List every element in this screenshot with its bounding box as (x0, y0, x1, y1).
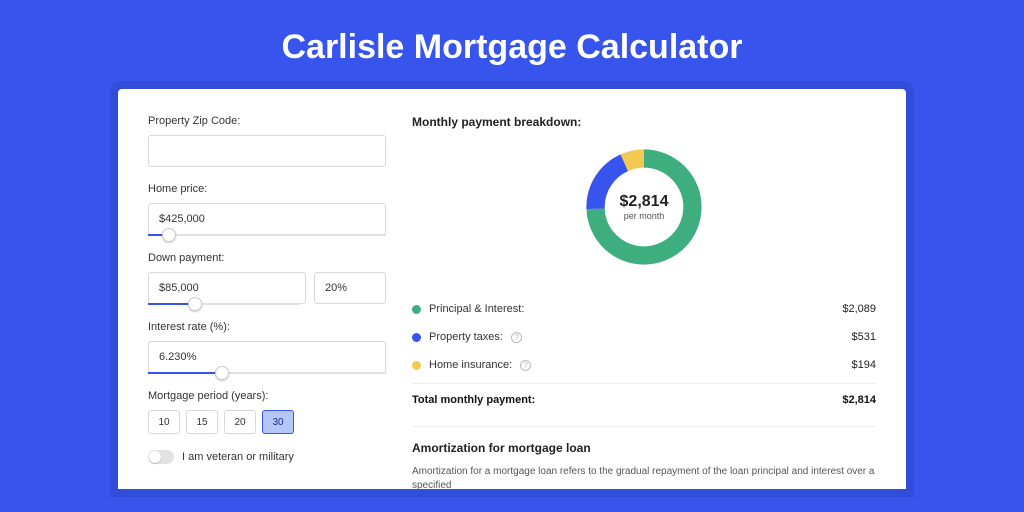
breakdown-panel: Monthly payment breakdown: $2,814 per mo… (412, 115, 876, 489)
legend-row-principal: Principal & Interest: $2,089 (412, 295, 876, 323)
info-icon[interactable]: ? (511, 332, 522, 343)
period-option-10[interactable]: 10 (148, 410, 180, 434)
down-payment-label: Down payment: (148, 252, 386, 264)
period-group: Mortgage period (years): 10 15 20 30 (148, 390, 386, 434)
home-price-input[interactable] (148, 203, 386, 235)
home-price-group: Home price: (148, 183, 386, 236)
calculator-card: Property Zip Code: Home price: Down paym… (118, 89, 906, 489)
donut-center-amount: $2,814 (620, 193, 669, 211)
dot-icon (412, 305, 421, 314)
total-row: Total monthly payment: $2,814 (412, 383, 876, 416)
breakdown-title: Monthly payment breakdown: (412, 115, 876, 129)
legend-row-taxes: Property taxes: ? $531 (412, 323, 876, 351)
period-pills: 10 15 20 30 (148, 410, 386, 434)
zip-input[interactable] (148, 135, 386, 167)
veteran-toggle[interactable] (148, 450, 174, 464)
period-option-15[interactable]: 15 (186, 410, 218, 434)
zip-label: Property Zip Code: (148, 115, 386, 127)
home-price-label: Home price: (148, 183, 386, 195)
legend-value: $194 (852, 359, 876, 371)
dot-icon (412, 333, 421, 342)
home-price-slider[interactable] (148, 234, 386, 236)
legend-label: Principal & Interest: (429, 303, 524, 315)
legend-row-insurance: Home insurance: ? $194 (412, 351, 876, 379)
donut-center-suffix: per month (624, 211, 665, 221)
down-payment-slider[interactable] (148, 303, 300, 305)
down-payment-group: Down payment: (148, 252, 386, 305)
down-payment-pct-input[interactable] (314, 272, 386, 304)
interest-label: Interest rate (%): (148, 321, 386, 333)
amortization-title: Amortization for mortgage loan (412, 441, 876, 455)
total-label: Total monthly payment: (412, 394, 535, 406)
legend-label: Property taxes: (429, 331, 503, 343)
veteran-label: I am veteran or military (182, 451, 294, 463)
info-icon[interactable]: ? (520, 360, 531, 371)
interest-slider[interactable] (148, 372, 386, 374)
legend-value: $2,089 (842, 303, 876, 315)
inputs-panel: Property Zip Code: Home price: Down paym… (148, 115, 386, 489)
zip-group: Property Zip Code: (148, 115, 386, 167)
breakdown-donut-chart: $2,814 per month (580, 143, 708, 271)
legend-label: Home insurance: (429, 359, 512, 371)
page-title: Carlisle Mortgage Calculator (0, 0, 1024, 89)
amortization-section: Amortization for mortgage loan Amortizat… (412, 426, 876, 493)
interest-input[interactable] (148, 341, 386, 373)
amortization-text: Amortization for a mortgage loan refers … (412, 465, 876, 493)
total-value: $2,814 (842, 394, 876, 406)
legend-value: $531 (852, 331, 876, 343)
dot-icon (412, 361, 421, 370)
interest-group: Interest rate (%): (148, 321, 386, 374)
down-payment-amount-input[interactable] (148, 272, 306, 304)
period-option-30[interactable]: 30 (262, 410, 294, 434)
veteran-row: I am veteran or military (148, 450, 386, 464)
period-label: Mortgage period (years): (148, 390, 386, 402)
period-option-20[interactable]: 20 (224, 410, 256, 434)
